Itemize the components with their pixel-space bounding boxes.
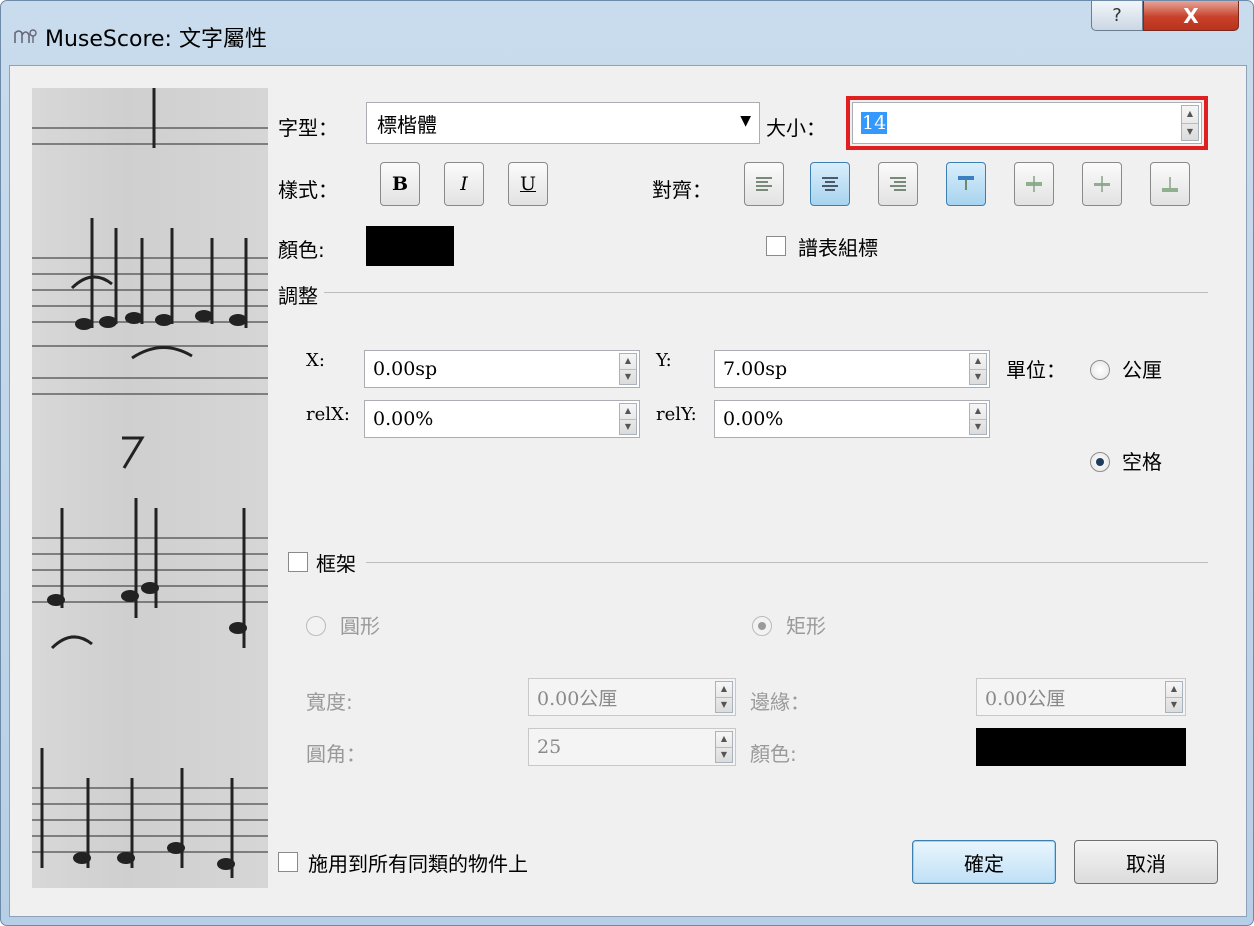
italic-icon: I [460, 173, 468, 195]
relx-offset-value: 0.00% [373, 408, 434, 430]
spin-arrows-icon[interactable]: ▲ ▼ [715, 681, 733, 713]
align-center-button[interactable] [810, 162, 850, 206]
y-label: Y: [656, 350, 672, 371]
x-offset-spinbox[interactable]: 0.00sp ▲ ▼ [364, 350, 640, 388]
align-label: 對齊： [652, 178, 712, 202]
apply-all-checkbox[interactable] [278, 852, 298, 872]
spin-arrows-icon[interactable]: ▲ ▼ [1165, 681, 1183, 713]
system-flag-checkbox[interactable] [766, 236, 786, 256]
underline-icon: U [519, 173, 536, 195]
spin-arrows-icon[interactable]: ▲ ▼ [619, 403, 637, 435]
font-face-label: 字型： [278, 116, 338, 140]
align-center-icon [822, 177, 838, 191]
frame-width-value: 0.00公厘 [537, 687, 618, 710]
frame-margin-value: 0.00公厘 [985, 687, 1066, 710]
spin-arrows-icon[interactable]: ▲ ▼ [715, 731, 733, 763]
valign-baseline-button[interactable] [1082, 162, 1122, 206]
dialog-client-area: 字型： 標楷體 ▼ 大小： 14 ▲ ▼ 樣式： B I U 對齊： 顏色: 譜… [9, 65, 1247, 917]
help-button[interactable]: ? [1091, 1, 1143, 31]
help-icon: ? [1112, 5, 1122, 26]
relx-label: relX: [306, 404, 350, 425]
color-swatch-button[interactable] [366, 226, 454, 266]
relx-offset-spinbox[interactable]: 0.00% ▲ ▼ [364, 400, 640, 438]
font-size-label: 大小： [766, 116, 826, 140]
bold-icon: B [391, 173, 409, 195]
frame-box-radio[interactable] [752, 616, 772, 636]
frame-circle-radio[interactable] [306, 616, 326, 636]
apply-all-label: 施用到所有同類的物件上 [308, 852, 528, 876]
ok-button[interactable]: 確定 [912, 840, 1056, 884]
y-offset-value: 7.00sp [723, 358, 788, 380]
align-right-icon [890, 177, 906, 191]
frame-width-label: 寬度: [306, 690, 353, 714]
y-offset-spinbox[interactable]: 7.00sp ▲ ▼ [714, 350, 990, 388]
frame-round-spinbox[interactable]: 25 ▲ ▼ [528, 728, 736, 766]
valign-center-icon [1026, 176, 1042, 192]
system-flag-label: 譜表組標 [798, 236, 878, 260]
frame-color-swatch-button[interactable] [976, 728, 1186, 766]
font-size-spinbox[interactable]: 14 ▲ ▼ [852, 102, 1202, 144]
frame-separator [366, 562, 1208, 563]
frame-margin-label: 邊緣： [750, 690, 810, 714]
frame-box-label: 矩形 [786, 614, 826, 638]
frame-circle-label: 圓形 [340, 614, 380, 638]
frame-round-value: 25 [537, 736, 562, 758]
chevron-down-icon: ▼ [740, 113, 751, 129]
unit-mm-label: 公厘 [1122, 358, 1162, 382]
frame-width-spinbox[interactable]: 0.00公厘 ▲ ▼ [528, 678, 736, 716]
align-right-button[interactable] [878, 162, 918, 206]
window-title: MuseScore: 文字屬性 [45, 27, 267, 52]
ok-label: 確定 [964, 851, 1004, 876]
unit-space-radio[interactable] [1090, 452, 1110, 472]
valign-center-button[interactable] [1014, 162, 1054, 206]
rely-offset-spinbox[interactable]: 0.00% ▲ ▼ [714, 400, 990, 438]
score-preview-image [32, 88, 268, 888]
frame-color-label: 顏色: [750, 742, 797, 766]
valign-baseline-icon [1094, 176, 1110, 192]
musescore-icon [13, 25, 39, 45]
underline-button[interactable]: U [508, 162, 548, 206]
spin-arrows-icon[interactable]: ▲ ▼ [969, 403, 987, 435]
unit-mm-radio[interactable] [1090, 360, 1110, 380]
valign-top-icon [958, 176, 974, 190]
x-offset-value: 0.00sp [373, 358, 438, 380]
x-label: X: [306, 350, 325, 371]
style-label: 樣式： [278, 178, 338, 202]
unit-space-label: 空格 [1122, 450, 1162, 474]
spin-arrows-icon[interactable]: ▲ ▼ [619, 353, 637, 385]
bold-button[interactable]: B [380, 162, 420, 206]
unit-label: 單位： [1006, 358, 1066, 382]
rely-offset-value: 0.00% [723, 408, 784, 430]
font-size-value: 14 [861, 112, 888, 134]
rely-label: relY: [656, 404, 697, 425]
spin-arrows-icon[interactable]: ▲ ▼ [969, 353, 987, 385]
valign-bottom-button[interactable] [1150, 162, 1190, 206]
close-button[interactable]: X [1143, 1, 1239, 31]
italic-button[interactable]: I [444, 162, 484, 206]
offset-separator [324, 292, 1208, 293]
offset-section-label: 調整 [278, 284, 318, 308]
close-icon: X [1183, 3, 1199, 28]
color-label: 顏色: [278, 238, 325, 262]
frame-round-label: 圓角： [306, 742, 366, 766]
font-face-combobox[interactable]: 標楷體 ▼ [366, 102, 760, 144]
font-face-value: 標楷體 [377, 112, 437, 137]
dialog-window: MuseScore: 文字屬性 ? X 字型： 標楷體 ▼ 大小： 14 ▲ ▼… [0, 0, 1254, 926]
title-bar[interactable]: MuseScore: 文字屬性 ? X [1, 1, 1253, 65]
align-left-button[interactable] [744, 162, 784, 206]
valign-top-button[interactable] [946, 162, 986, 206]
valign-bottom-icon [1162, 177, 1178, 192]
spin-arrows-icon[interactable]: ▲ ▼ [1181, 105, 1199, 141]
frame-section-label: 框架 [316, 552, 356, 576]
cancel-label: 取消 [1126, 851, 1166, 876]
frame-margin-spinbox[interactable]: 0.00公厘 ▲ ▼ [976, 678, 1186, 716]
align-left-icon [756, 177, 772, 191]
cancel-button[interactable]: 取消 [1074, 840, 1218, 884]
frame-checkbox[interactable] [288, 552, 308, 572]
